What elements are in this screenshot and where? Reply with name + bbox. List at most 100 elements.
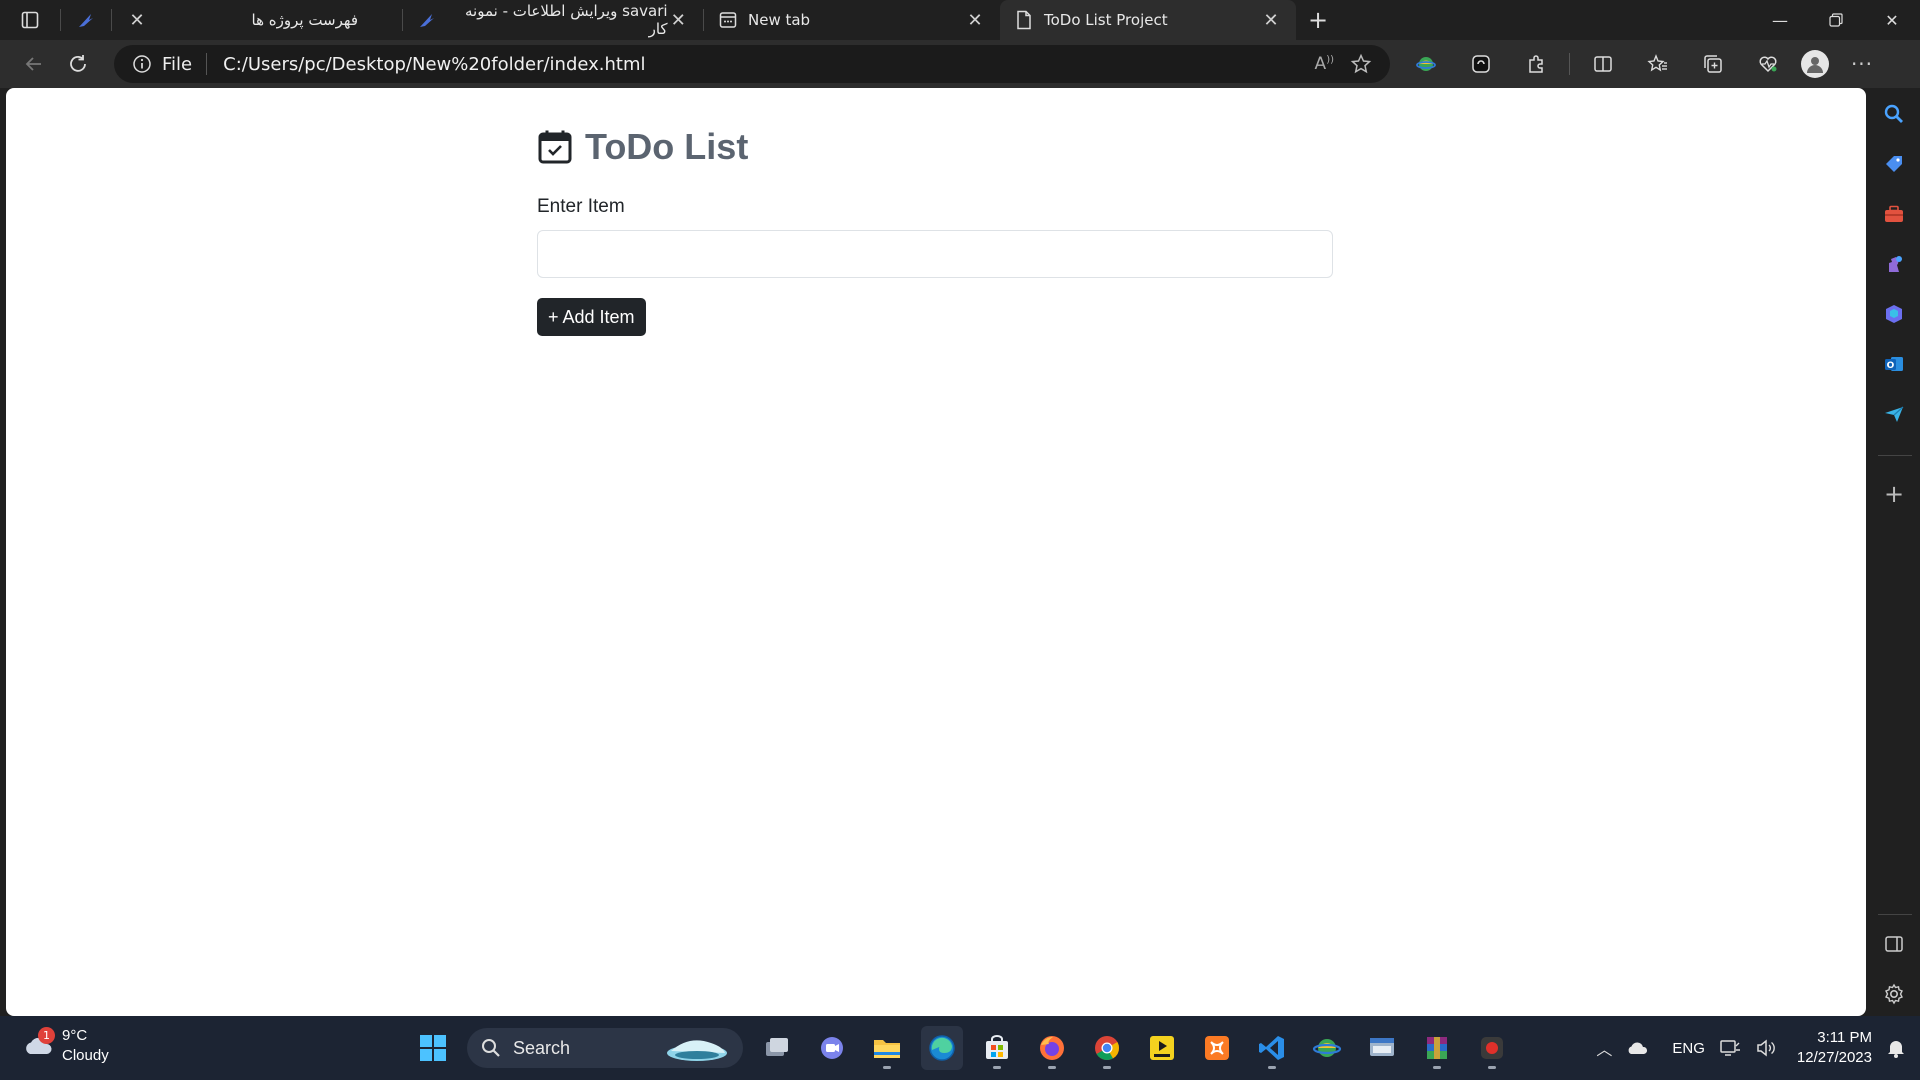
minimize-button[interactable]: — bbox=[1752, 0, 1808, 40]
arrow-left-icon bbox=[25, 57, 41, 71]
start-button[interactable] bbox=[412, 1026, 454, 1070]
split-screen-icon bbox=[1594, 56, 1612, 72]
read-aloud-button[interactable]: A)) bbox=[1315, 54, 1334, 74]
sidebar-shopping-button[interactable] bbox=[1878, 148, 1910, 180]
search-icon bbox=[1884, 104, 1903, 123]
extension-button-2[interactable] bbox=[1459, 44, 1503, 84]
star-icon[interactable] bbox=[1350, 53, 1372, 75]
store-button[interactable] bbox=[976, 1026, 1018, 1070]
remote-desktop-button[interactable] bbox=[1361, 1026, 1403, 1070]
onedrive-cloud-icon[interactable] bbox=[1626, 1039, 1650, 1057]
taskbar-apps: Search bbox=[412, 1024, 1513, 1072]
task-view-button[interactable] bbox=[756, 1026, 798, 1070]
sidebar-games-button[interactable] bbox=[1878, 248, 1910, 280]
tab-new-tab[interactable]: New tab ✕ bbox=[704, 0, 1000, 40]
restore-button[interactable] bbox=[1808, 0, 1864, 40]
sidebar-send-button[interactable] bbox=[1878, 398, 1910, 430]
feather-icon bbox=[79, 14, 93, 27]
close-icon[interactable]: ✕ bbox=[1260, 9, 1282, 31]
taskbar-search[interactable]: Search bbox=[467, 1028, 743, 1068]
back-button[interactable] bbox=[12, 44, 56, 84]
copilot-icon bbox=[1886, 305, 1902, 323]
gear-icon bbox=[1885, 983, 1903, 1005]
chrome-button[interactable] bbox=[1086, 1026, 1128, 1070]
weather-text: 9°C Cloudy bbox=[62, 1026, 109, 1066]
input-label: Enter Item bbox=[537, 196, 625, 217]
folder-icon bbox=[874, 1040, 900, 1058]
add-item-button[interactable]: + Add Item bbox=[537, 298, 646, 336]
screen-recorder-button[interactable] bbox=[1471, 1026, 1513, 1070]
firefox-icon bbox=[1040, 1036, 1064, 1060]
refresh-button[interactable] bbox=[56, 44, 100, 84]
edge-icon bbox=[929, 1035, 955, 1061]
toolbar-separator bbox=[1569, 53, 1570, 75]
sidebar-copilot-button[interactable] bbox=[1878, 298, 1910, 330]
favorites-icon bbox=[1647, 54, 1667, 72]
vscode-button[interactable] bbox=[1251, 1026, 1293, 1070]
more-button[interactable]: ··· bbox=[1840, 44, 1884, 84]
weather-badge: 1 bbox=[38, 1027, 55, 1044]
tab-label: savari ویرایش اطلاعات - نمونه کار bbox=[464, 2, 668, 38]
more-icon: ··· bbox=[1850, 52, 1874, 76]
system-tray: ︿ ENG 3:11 PM 12/27/2023 bbox=[1596, 1016, 1920, 1080]
clock[interactable]: 3:11 PM 12/27/2023 bbox=[1797, 1028, 1872, 1068]
tab-strip: فهرست پروژه ها ✕ savari ویرایش اطلاعات -… bbox=[0, 0, 1920, 40]
site-info-button[interactable]: File bbox=[132, 53, 208, 75]
scheme-label: File bbox=[162, 53, 193, 75]
sidebar-hide-button[interactable] bbox=[1878, 928, 1910, 960]
item-input[interactable] bbox=[537, 230, 1333, 278]
sidebar-settings-button[interactable] bbox=[1878, 978, 1910, 1010]
weather-widget[interactable]: 1 9°C Cloudy bbox=[22, 1026, 109, 1066]
collections-icon bbox=[1704, 55, 1722, 73]
sidebar-tools-button[interactable] bbox=[1878, 198, 1910, 230]
tab-todo-list[interactable]: ToDo List Project ✕ bbox=[1000, 0, 1296, 40]
sidebar-add-button[interactable]: + bbox=[1878, 478, 1910, 510]
archive-icon bbox=[1427, 1037, 1447, 1059]
tab-pinned[interactable] bbox=[61, 0, 111, 40]
notification-bell-icon[interactable] bbox=[1886, 1037, 1906, 1059]
tab-favicon bbox=[368, 10, 388, 30]
sidebar-separator bbox=[1878, 455, 1912, 456]
xampp-button[interactable] bbox=[1196, 1026, 1238, 1070]
address-bar[interactable]: File C:/Users/pc/Desktop/New%20folder/in… bbox=[114, 45, 1390, 83]
file-explorer-button[interactable] bbox=[866, 1026, 908, 1070]
search-label: Search bbox=[513, 1037, 571, 1058]
globe-icon bbox=[1416, 57, 1436, 71]
close-icon[interactable]: ✕ bbox=[668, 9, 689, 31]
network-icon[interactable] bbox=[1719, 1038, 1741, 1058]
teams-chat-button[interactable] bbox=[811, 1026, 853, 1070]
tab-actions-button[interactable] bbox=[0, 0, 60, 40]
extensions-button[interactable] bbox=[1514, 44, 1558, 84]
firefox-button[interactable] bbox=[1031, 1026, 1073, 1070]
media-player-button[interactable] bbox=[1141, 1026, 1183, 1070]
performance-button[interactable] bbox=[1746, 44, 1790, 84]
edge-button[interactable] bbox=[921, 1026, 963, 1070]
winrar-button[interactable] bbox=[1416, 1026, 1458, 1070]
favorites-button[interactable] bbox=[1636, 44, 1680, 84]
search-icon bbox=[482, 1039, 500, 1057]
add-item-label: + Add Item bbox=[548, 306, 635, 327]
url-text[interactable]: C:/Users/pc/Desktop/New%20folder/index.h… bbox=[223, 54, 645, 75]
browser-extension-button[interactable] bbox=[1306, 1026, 1348, 1070]
chevron-up-icon[interactable]: ︿ bbox=[1596, 1036, 1612, 1060]
close-icon[interactable]: ✕ bbox=[964, 9, 986, 31]
close-window-button[interactable]: ✕ bbox=[1864, 0, 1920, 40]
chrome-icon bbox=[1095, 1036, 1119, 1061]
language-indicator[interactable]: ENG bbox=[1672, 1040, 1705, 1057]
chat-icon bbox=[821, 1037, 843, 1059]
browser-toolbar: File C:/Users/pc/Desktop/New%20folder/in… bbox=[0, 40, 1920, 88]
split-screen-button[interactable] bbox=[1581, 44, 1625, 84]
window-app-icon bbox=[1370, 1038, 1394, 1056]
close-icon[interactable]: ✕ bbox=[126, 9, 148, 31]
new-tab-button[interactable]: + bbox=[1296, 0, 1340, 40]
volume-icon[interactable] bbox=[1755, 1038, 1777, 1058]
address-actions: A)) bbox=[1315, 53, 1372, 75]
avatar[interactable] bbox=[1801, 50, 1829, 78]
tab-project-list[interactable]: فهرست پروژه ها ✕ bbox=[112, 0, 402, 40]
extension-globe-button[interactable] bbox=[1404, 44, 1448, 84]
tab-edit-info[interactable]: savari ویرایش اطلاعات - نمونه کار ✕ bbox=[403, 0, 703, 40]
sidebar-search-button[interactable] bbox=[1878, 98, 1910, 130]
sidebar-outlook-button[interactable]: O bbox=[1878, 348, 1910, 380]
sidebar-separator bbox=[1878, 914, 1912, 915]
collections-button[interactable] bbox=[1691, 44, 1735, 84]
